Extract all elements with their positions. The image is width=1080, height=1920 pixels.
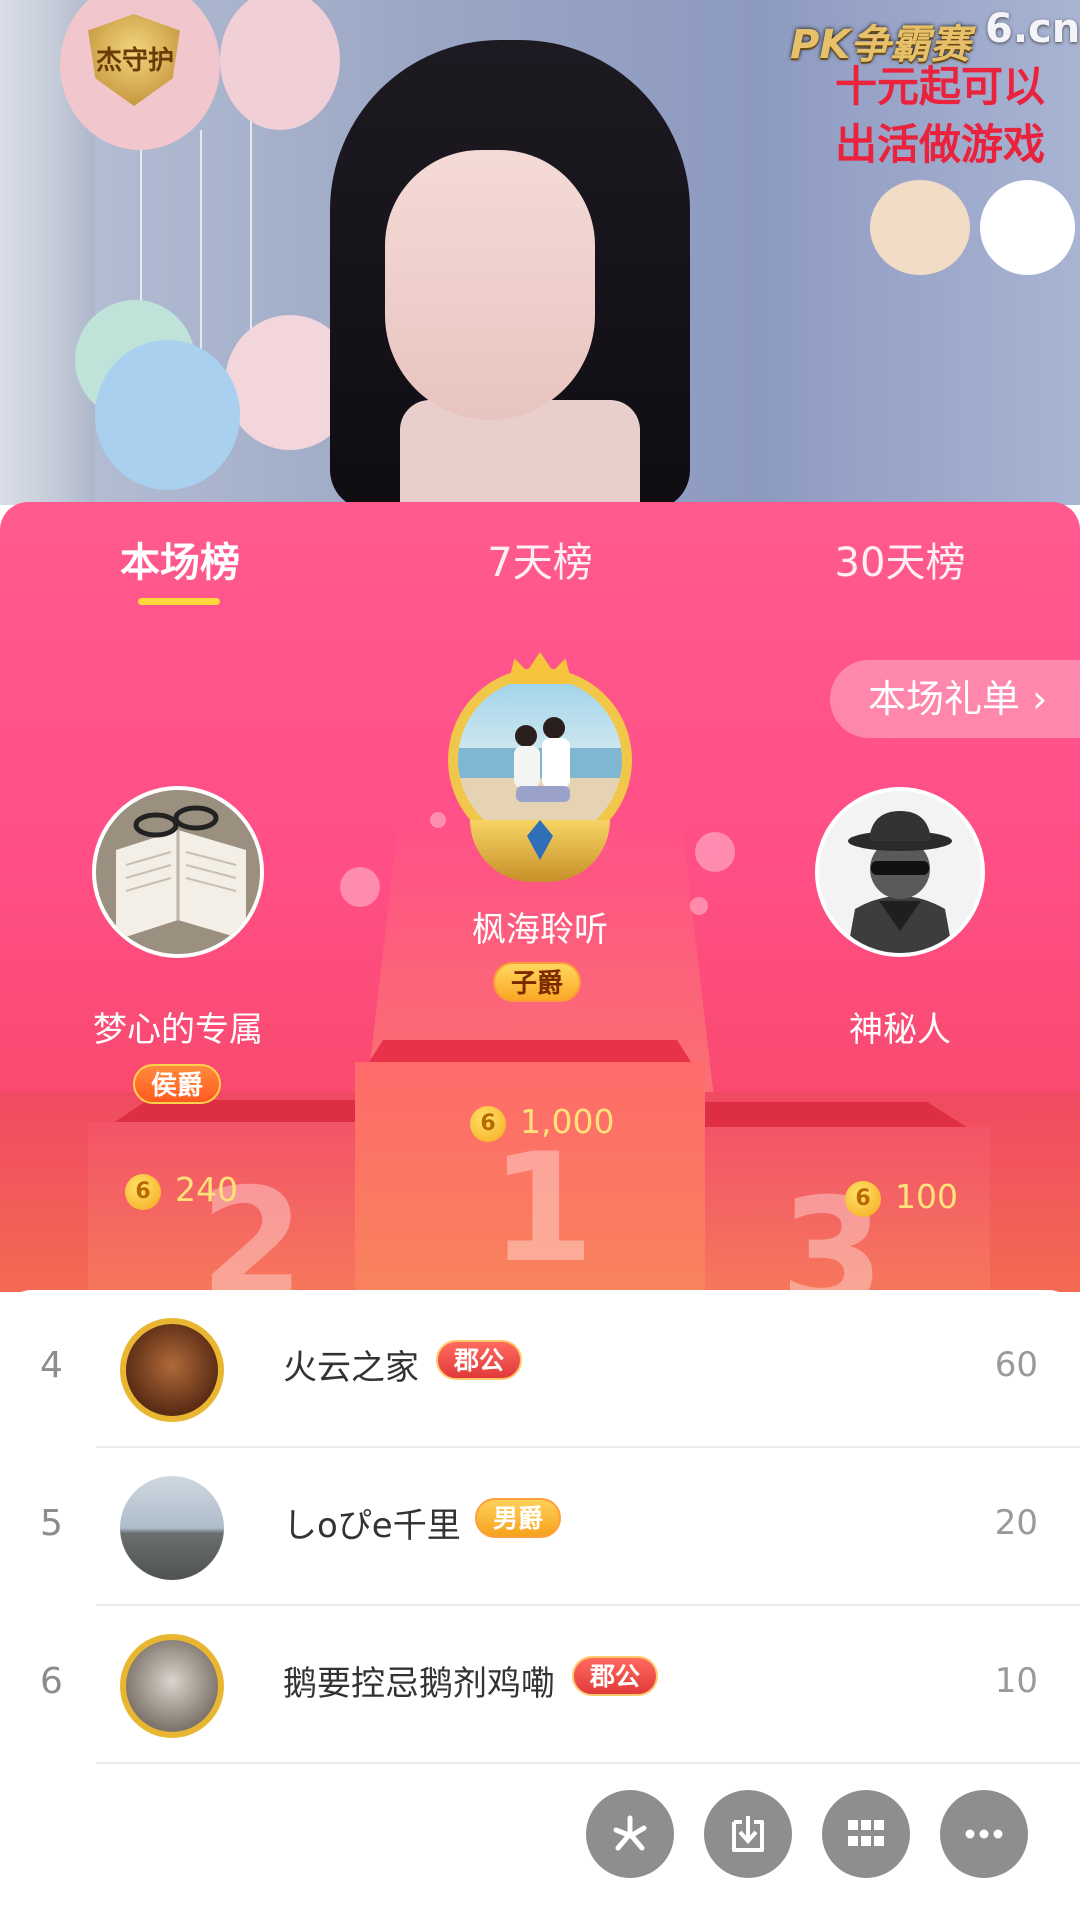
list-item-avatar[interactable]: [120, 1634, 224, 1738]
more-button[interactable]: [940, 1790, 1028, 1878]
tab-30-days[interactable]: 30天榜: [780, 530, 1020, 588]
ranking-tabs: 本场榜 7天榜 30天榜: [0, 502, 1080, 622]
grid-icon: [848, 1820, 884, 1846]
third-place-score: 6 100: [845, 1177, 958, 1217]
sparkle: [430, 812, 446, 828]
streamer-neck: [400, 400, 640, 505]
tab-indicator: [138, 598, 220, 605]
list-item-avatar[interactable]: [120, 1476, 224, 1580]
bear-sticker: [870, 180, 970, 275]
list-item[interactable]: 5 しoぴe千里 男爵 20: [0, 1448, 1080, 1606]
balloon: [95, 340, 240, 490]
list-item[interactable]: 4 火云之家 郡公 60: [0, 1290, 1080, 1448]
site-logo: 6.cn: [985, 6, 1080, 52]
crown-icon: [508, 652, 572, 684]
balloon: [220, 0, 340, 130]
grid-menu-button[interactable]: [822, 1790, 910, 1878]
download-icon: [732, 1816, 764, 1852]
second-place-title-badge: 侯爵: [133, 1064, 222, 1104]
coin-icon: 6: [845, 1180, 881, 1217]
list-item-value: 20: [994, 1503, 1038, 1543]
second-place-avatar[interactable]: [92, 786, 264, 958]
mystery-person-icon: [819, 791, 981, 953]
list-item-name: しoぴe千里: [283, 1506, 461, 1546]
second-place-score: 6 240: [125, 1170, 238, 1210]
third-place-score-value: 100: [895, 1177, 958, 1216]
promo-line-1: 十元起可以: [835, 62, 1046, 111]
live-video: 杰守护 PK争霸赛 6.cn 十元起可以 出活做游戏: [0, 0, 1080, 505]
guard-badge-label: 杰守护: [95, 46, 174, 76]
list-item-value: 60: [994, 1345, 1038, 1385]
share-icon: [613, 1815, 647, 1851]
sparkle: [690, 897, 708, 915]
streamer-face: [385, 150, 595, 420]
first-place-score-value: 1,000: [520, 1102, 615, 1141]
podium-1-number: 1: [490, 1122, 595, 1292]
gift-list-button[interactable]: 本场礼单 ›: [830, 660, 1080, 738]
list-item-rank: 4: [40, 1345, 63, 1386]
ranking-list: 4 火云之家 郡公 60 5 しoぴe千里 男爵 20 6 鹅要控忌鹅剂鸡嘞 郡…: [0, 1290, 1080, 1920]
list-item-avatar[interactable]: [120, 1318, 224, 1422]
promo-line-2: 出活做游戏: [835, 120, 1046, 169]
sparkle: [695, 832, 735, 872]
sparkle: [340, 867, 380, 907]
list-item-rank: 5: [40, 1503, 63, 1544]
balloon-string: [250, 120, 252, 350]
second-place-name: 梦心的专属: [93, 1010, 263, 1050]
third-place-name: 神秘人: [849, 1010, 951, 1050]
couple-photo: [458, 717, 622, 842]
list-item-title-badge: 郡公: [572, 1656, 659, 1696]
list-item-name: 鹅要控忌鹅剂鸡嘞: [283, 1664, 555, 1704]
divider: [96, 1762, 1080, 1764]
bunny-sticker: [980, 180, 1075, 275]
list-item-title-badge: 男爵: [475, 1498, 562, 1538]
third-place-avatar[interactable]: [815, 787, 985, 957]
first-place-score: 6 1,000: [470, 1102, 614, 1142]
download-button[interactable]: [704, 1790, 792, 1878]
book-photo: [96, 790, 260, 954]
first-place-title-badge: 子爵: [493, 962, 582, 1002]
share-button[interactable]: [586, 1790, 674, 1878]
more-icon: [965, 1829, 1003, 1839]
first-place-name: 枫海聆听: [472, 910, 608, 950]
list-item-value: 10: [994, 1661, 1038, 1701]
second-place-score-value: 240: [175, 1170, 238, 1209]
list-item-rank: 6: [40, 1661, 63, 1702]
list-item[interactable]: 6 鹅要控忌鹅剂鸡嘞 郡公 10: [0, 1606, 1080, 1764]
coin-icon: 6: [125, 1173, 161, 1210]
tab-current[interactable]: 本场榜: [60, 530, 300, 588]
ranking-panel: 本场榜 7天榜 30天榜 本场礼单 › 2 1 3 枫海聆听 子爵 6 1,000: [0, 502, 1080, 1292]
list-item-name: 火云之家: [283, 1348, 419, 1388]
list-item-title-badge: 郡公: [436, 1340, 523, 1380]
coin-icon: 6: [470, 1105, 506, 1142]
tab-7-days[interactable]: 7天榜: [420, 530, 660, 588]
promo-text: 十元起可以 出活做游戏: [835, 58, 1045, 174]
